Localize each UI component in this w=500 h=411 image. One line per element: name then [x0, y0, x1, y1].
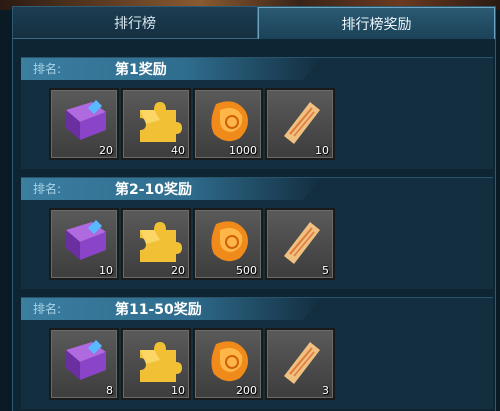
reward-items: 20 40 1000 10: [49, 88, 335, 160]
reward-items: 8 10 200 3: [49, 328, 335, 400]
reward-item-book[interactable]: 20: [49, 88, 119, 160]
scroll-icon: [284, 222, 320, 264]
orange-shell-icon: [211, 221, 248, 262]
reward-item-shell[interactable]: 1000: [193, 88, 263, 160]
reward-item-shell[interactable]: 200: [193, 328, 263, 400]
reward-items: 10 20 500 5: [49, 208, 335, 280]
reward-item-puzzle[interactable]: 40: [121, 88, 191, 160]
reward-item-book[interactable]: 8: [49, 328, 119, 400]
section-header-bar: [21, 58, 321, 80]
reward-item-puzzle[interactable]: 10: [121, 328, 191, 400]
golden-puzzle-icon: [140, 222, 182, 262]
reward-item-puzzle[interactable]: 20: [121, 208, 191, 280]
reward-tier-title: 第1奖励: [115, 62, 167, 78]
reward-item-scroll[interactable]: 3: [265, 328, 335, 400]
golden-puzzle-icon: [140, 102, 182, 142]
reward-item-scroll[interactable]: 10: [265, 88, 335, 160]
item-count: 20: [99, 144, 113, 157]
orange-shell-icon: [211, 101, 248, 142]
purple-book-icon: [66, 220, 106, 260]
scroll-icon: [284, 102, 320, 144]
item-count: 10: [315, 144, 329, 157]
purple-book-icon: [66, 340, 106, 380]
rank-label: 排名:: [33, 62, 62, 76]
item-count: 1000: [229, 144, 257, 157]
reward-tier-title: 第11-50奖励: [115, 302, 202, 318]
reward-item-shell[interactable]: 500: [193, 208, 263, 280]
tab-leaderboard-rewards-label: 排行榜奖励: [341, 16, 412, 33]
item-count: 3: [322, 384, 329, 397]
reward-section-rank-2-10: 排名: 第2-10奖励 10 20 500 5: [21, 177, 493, 289]
item-count: 10: [99, 264, 113, 277]
reward-item-book[interactable]: 10: [49, 208, 119, 280]
item-count: 10: [171, 384, 185, 397]
scroll-icon: [284, 342, 320, 384]
rewards-list: 排名: 第1奖励 20 40 1000 10 排名: 第2-10奖励 10 20…: [13, 39, 495, 411]
reward-section-rank-11-50: 排名: 第11-50奖励 8 10 200 3: [21, 297, 493, 409]
tab-leaderboard[interactable]: 排行榜: [13, 7, 258, 39]
item-count: 20: [171, 264, 185, 277]
tab-leaderboard-rewards[interactable]: 排行榜奖励: [258, 7, 495, 39]
orange-shell-icon: [211, 341, 248, 382]
ranking-panel: 排行榜 排行榜奖励 排名: 第1奖励 20 40 1000 10 排名: 第2-…: [12, 6, 496, 411]
item-count: 200: [236, 384, 257, 397]
reward-tier-title: 第2-10奖励: [115, 182, 193, 198]
item-count: 5: [322, 264, 329, 277]
golden-puzzle-icon: [140, 342, 182, 382]
item-count: 500: [236, 264, 257, 277]
reward-section-rank-1: 排名: 第1奖励 20 40 1000 10: [21, 57, 493, 169]
purple-book-icon: [66, 100, 106, 140]
rank-label: 排名:: [33, 302, 62, 316]
item-count: 8: [106, 384, 113, 397]
item-count: 40: [171, 144, 185, 157]
tab-leaderboard-label: 排行榜: [114, 15, 156, 32]
reward-item-scroll[interactable]: 5: [265, 208, 335, 280]
tab-bar: 排行榜 排行榜奖励: [13, 7, 495, 39]
rank-label: 排名:: [33, 182, 62, 196]
